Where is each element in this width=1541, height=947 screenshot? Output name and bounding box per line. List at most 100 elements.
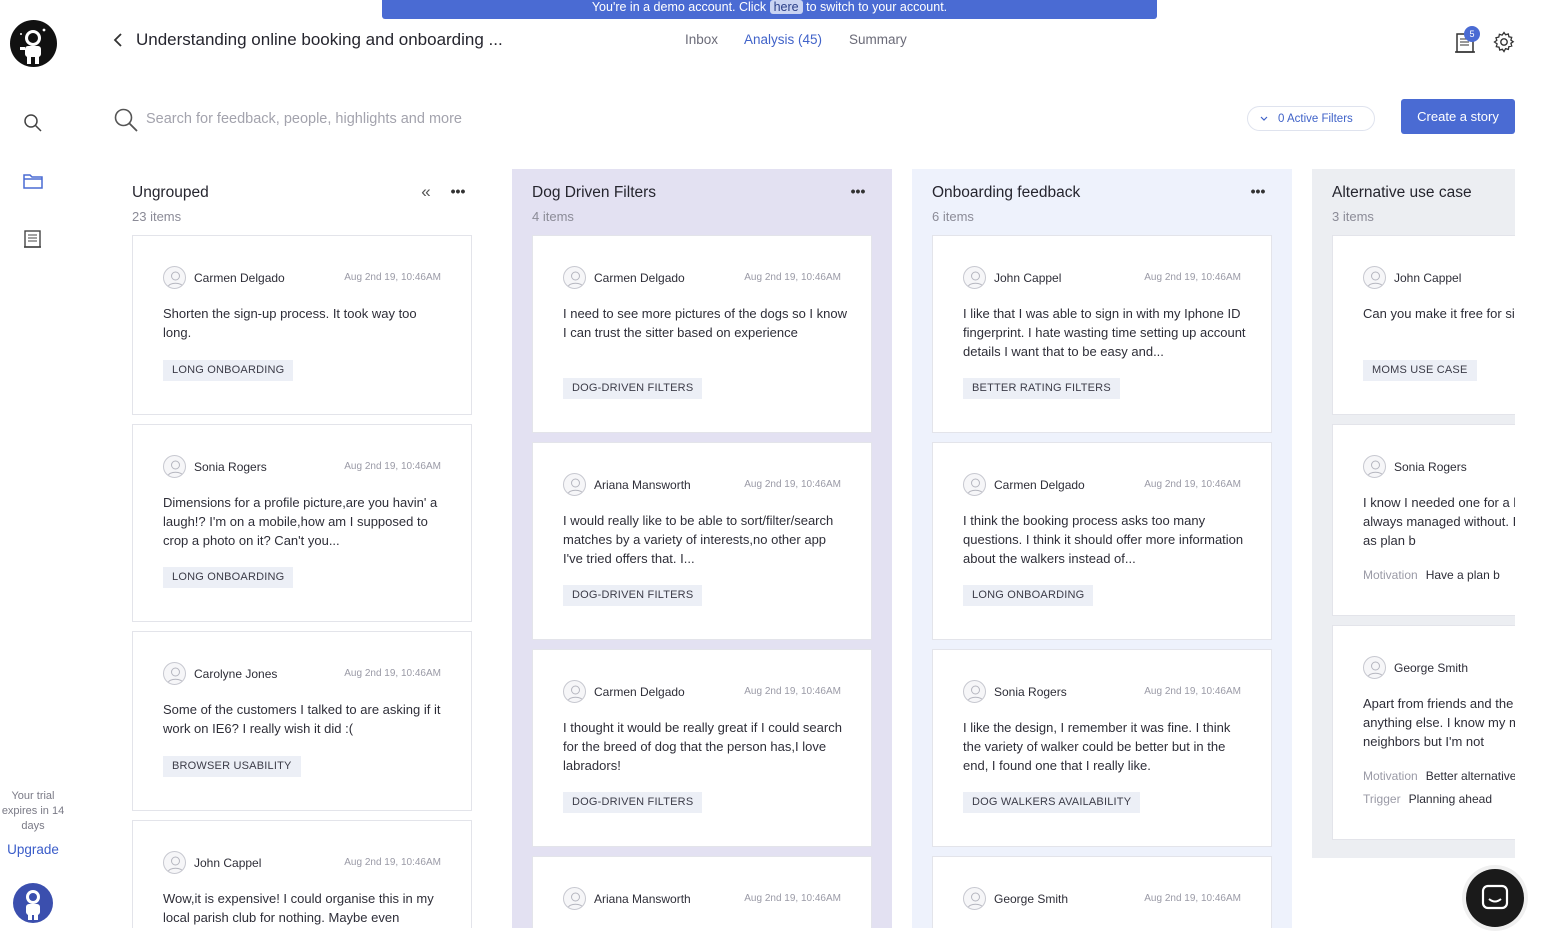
feedback-card[interactable]: Ariana Mansworth Aug 2nd 19, 10:46AM I w… bbox=[532, 442, 872, 640]
feedback-card[interactable]: Ariana Mansworth Aug 2nd 19, 10:46AM bbox=[532, 856, 872, 928]
feedback-card[interactable]: John Cappel Aug 2nd 19, 10:46AM I like t… bbox=[932, 235, 1272, 433]
person-name: Carmen Delgado bbox=[994, 478, 1085, 492]
feedback-text: I thought it would be really great if I … bbox=[563, 720, 842, 773]
feedback-date: Aug 2nd 19, 10:46AM bbox=[344, 461, 441, 472]
attribute-value: Have a plan b bbox=[1425, 568, 1500, 582]
person-avatar-icon bbox=[963, 680, 986, 703]
person-avatar-icon bbox=[163, 266, 186, 289]
feedback-card[interactable]: George Smith Aug 2nd 19, 10:46AM bbox=[932, 856, 1272, 928]
feedback-card[interactable]: Carmen Delgado Aug 2nd 19, 10:46AM I thi… bbox=[932, 442, 1272, 640]
column-count: 3 items bbox=[1332, 209, 1374, 224]
document-icon[interactable] bbox=[20, 226, 46, 252]
column-count: 6 items bbox=[932, 209, 974, 224]
chat-icon bbox=[1481, 884, 1509, 910]
trial-expiry-text: Your trial expires in 14 days bbox=[1, 790, 65, 832]
tag-badge[interactable]: LONG ONBOARDING bbox=[963, 585, 1094, 606]
tag-badge[interactable]: BETTER RATING FILTERS bbox=[963, 378, 1120, 399]
person-avatar-icon bbox=[1363, 656, 1386, 679]
feedback-date: Aug 2nd 19, 10:46AM bbox=[744, 686, 841, 697]
banner-text-after: to switch to your account. bbox=[806, 0, 948, 14]
analysis-board: Ungrouped 23 items « ••• Carmen Delgado … bbox=[112, 169, 1515, 928]
feedback-card[interactable]: Carmen Delgado Aug 2nd 19, 10:46AM Short… bbox=[132, 235, 472, 415]
feedback-text: I would really like to be able to sort/f… bbox=[563, 513, 834, 566]
feedback-card[interactable]: Carmen Delgado Aug 2nd 19, 10:46AM I nee… bbox=[532, 235, 872, 433]
feedback-card[interactable]: Carolyne Jones Aug 2nd 19, 10:46AM Some … bbox=[132, 631, 472, 811]
person-avatar-icon bbox=[963, 473, 986, 496]
person-name: John Cappel bbox=[1394, 271, 1462, 285]
person-name: Carmen Delgado bbox=[194, 271, 285, 285]
feedback-card[interactable]: Sonia Rogers Aug 2nd 19, 10:46AM I like … bbox=[932, 649, 1272, 847]
motivation-attribute: Motivation Have a plan b bbox=[1363, 568, 1500, 582]
notification-count-badge: 5 bbox=[1464, 26, 1480, 42]
tab-analysis[interactable]: Analysis (45) bbox=[744, 32, 822, 47]
search-input[interactable] bbox=[146, 108, 746, 130]
feedback-card[interactable]: George Smith Apart from friends and the … bbox=[1332, 625, 1515, 840]
feedback-card[interactable]: John Cappel Aug 2nd 19, 10:46AM Wow,it i… bbox=[132, 820, 472, 928]
tab-inbox[interactable]: Inbox bbox=[685, 32, 718, 47]
back-chevron-icon[interactable] bbox=[110, 30, 128, 50]
feedback-text: I like the design, I remember it was fin… bbox=[963, 720, 1231, 773]
switch-account-link[interactable]: here bbox=[769, 0, 803, 14]
feedback-date: Aug 2nd 19, 10:46AM bbox=[344, 272, 441, 283]
tag-badge[interactable]: DOG-DRIVEN FILTERS bbox=[563, 792, 703, 813]
feedback-date: Aug 2nd 19, 10:46AM bbox=[744, 479, 841, 490]
attribute-value: Planning ahead bbox=[1408, 792, 1492, 806]
feedback-text: Wow,it is expensive! I could organise th… bbox=[163, 891, 434, 925]
create-story-button[interactable]: Create a story bbox=[1401, 99, 1515, 134]
app-logo[interactable] bbox=[10, 20, 57, 67]
banner-text-before: You're in a demo account. Click bbox=[591, 0, 767, 14]
active-filters-button[interactable]: 0 Active Filters bbox=[1247, 106, 1375, 131]
feedback-date: Aug 2nd 19, 10:46AM bbox=[744, 272, 841, 283]
column-dog-driven-filters: Dog Driven Filters 4 items ••• Carmen De… bbox=[512, 169, 892, 928]
person-avatar-icon bbox=[163, 662, 186, 685]
search-bar-icon bbox=[113, 107, 139, 133]
column-count: 4 items bbox=[532, 209, 574, 224]
person-avatar-icon bbox=[563, 680, 586, 703]
tab-summary[interactable]: Summary bbox=[849, 32, 907, 47]
column-more-icon[interactable]: ••• bbox=[1247, 184, 1269, 201]
collapse-column-icon[interactable]: « bbox=[417, 183, 435, 202]
attribute-key: Motivation bbox=[1363, 769, 1418, 783]
tag-badge[interactable]: DOG WALKERS AVAILABILITY bbox=[963, 792, 1141, 813]
person-avatar-icon bbox=[963, 887, 986, 910]
feedback-card[interactable]: Sonia Rogers I know I needed one for a l… bbox=[1332, 424, 1515, 616]
tag-badge[interactable]: DOG-DRIVEN FILTERS bbox=[563, 585, 703, 606]
astronaut-logo-icon bbox=[20, 28, 46, 64]
left-sidebar: Your trial expires in 14 days Upgrade bbox=[0, 0, 66, 947]
tag-badge[interactable]: LONG ONBOARDING bbox=[163, 567, 294, 588]
feedback-card[interactable]: Carmen Delgado Aug 2nd 19, 10:46AM I tho… bbox=[532, 649, 872, 847]
person-name: John Cappel bbox=[994, 271, 1062, 285]
feedback-text: Dimensions for a profile picture,are you… bbox=[163, 495, 438, 548]
person-name: Ariana Mansworth bbox=[594, 478, 691, 492]
person-avatar-icon bbox=[963, 266, 986, 289]
feedback-date: Aug 2nd 19, 10:46AM bbox=[1144, 686, 1241, 697]
chevron-down-icon bbox=[1260, 116, 1268, 121]
column-alternative-use-case: Alternative use case 3 items John Cappel… bbox=[1312, 169, 1515, 858]
person-avatar-icon bbox=[163, 455, 186, 478]
project-title: Understanding online booking and onboard… bbox=[136, 30, 503, 49]
feedback-date: Aug 2nd 19, 10:46AM bbox=[1144, 272, 1241, 283]
tag-badge[interactable]: DOG-DRIVEN FILTERS bbox=[563, 378, 703, 399]
folder-icon[interactable] bbox=[20, 168, 46, 194]
user-avatar[interactable] bbox=[13, 883, 53, 923]
feedback-card[interactable]: John Cappel Can you make it free for sin… bbox=[1332, 235, 1515, 415]
feedback-card[interactable]: Sonia Rogers Aug 2nd 19, 10:46AM Dimensi… bbox=[132, 424, 472, 622]
feedback-text: Shorten the sign-up process. It took way… bbox=[163, 306, 417, 340]
feedback-text: Can you make it free for single mothers!… bbox=[1363, 306, 1515, 321]
person-avatar-icon bbox=[163, 851, 186, 874]
demo-account-banner: You're in a demo account. Click here to … bbox=[382, 0, 1157, 19]
column-ungrouped: Ungrouped 23 items « ••• Carmen Delgado … bbox=[112, 169, 492, 928]
person-avatar-icon bbox=[563, 473, 586, 496]
search-icon[interactable] bbox=[20, 110, 46, 136]
tag-badge[interactable]: BROWSER USABILITY bbox=[163, 756, 301, 777]
tag-badge[interactable]: LONG ONBOARDING bbox=[163, 360, 294, 381]
person-name: Carolyne Jones bbox=[194, 667, 278, 681]
column-title: Dog Driven Filters bbox=[532, 184, 657, 201]
tag-badge[interactable]: MOMS USE CASE bbox=[1363, 360, 1477, 381]
column-more-icon[interactable]: ••• bbox=[447, 184, 469, 201]
settings-gear-icon[interactable] bbox=[1493, 31, 1515, 53]
chat-launcher-button[interactable] bbox=[1466, 869, 1524, 927]
column-more-icon[interactable]: ••• bbox=[847, 184, 869, 201]
motivation-attribute: Motivation Better alternative bbox=[1363, 769, 1515, 783]
upgrade-link[interactable]: Upgrade bbox=[0, 842, 66, 857]
